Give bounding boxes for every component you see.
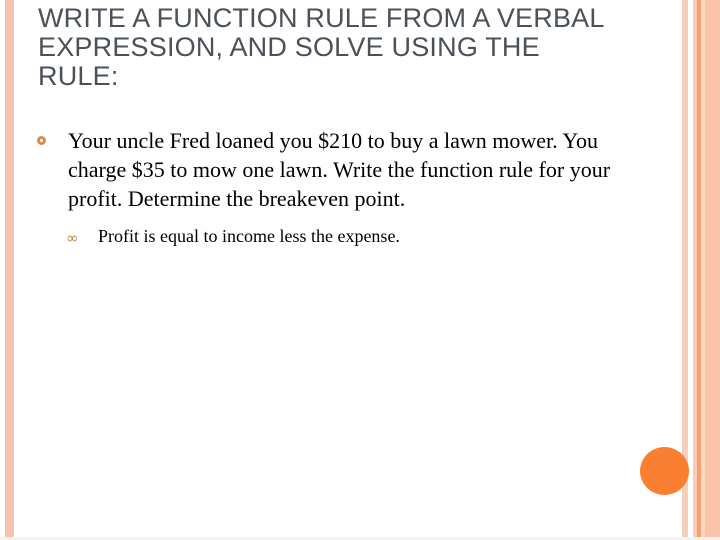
bullet-level-2-text: Profit is equal to income less the expen… [98, 226, 400, 246]
right-edge-stripe-6 [705, 0, 720, 540]
aldus-leaf-bullet-icon: ∞ [66, 229, 79, 247]
slide-title: WRITE A FUNCTION RULE FROM A VERBAL EXPR… [38, 3, 604, 91]
slide-body: Your uncle Fred loaned you $210 to buy a… [30, 126, 650, 247]
bullet-level-1-text: Your uncle Fred loaned you $210 to buy a… [68, 128, 611, 211]
bullet-item-level-1: Your uncle Fred loaned you $210 to buy a… [30, 126, 650, 213]
ring-bullet-icon [37, 136, 46, 145]
bullet-item-level-2: ∞ Profit is equal to income less the exp… [30, 225, 650, 247]
slide-canvas: WRITE A FUNCTION RULE FROM A VERBAL EXPR… [0, 0, 720, 540]
orange-accent-circle [640, 447, 689, 495]
left-edge-stripe [5, 0, 14, 540]
